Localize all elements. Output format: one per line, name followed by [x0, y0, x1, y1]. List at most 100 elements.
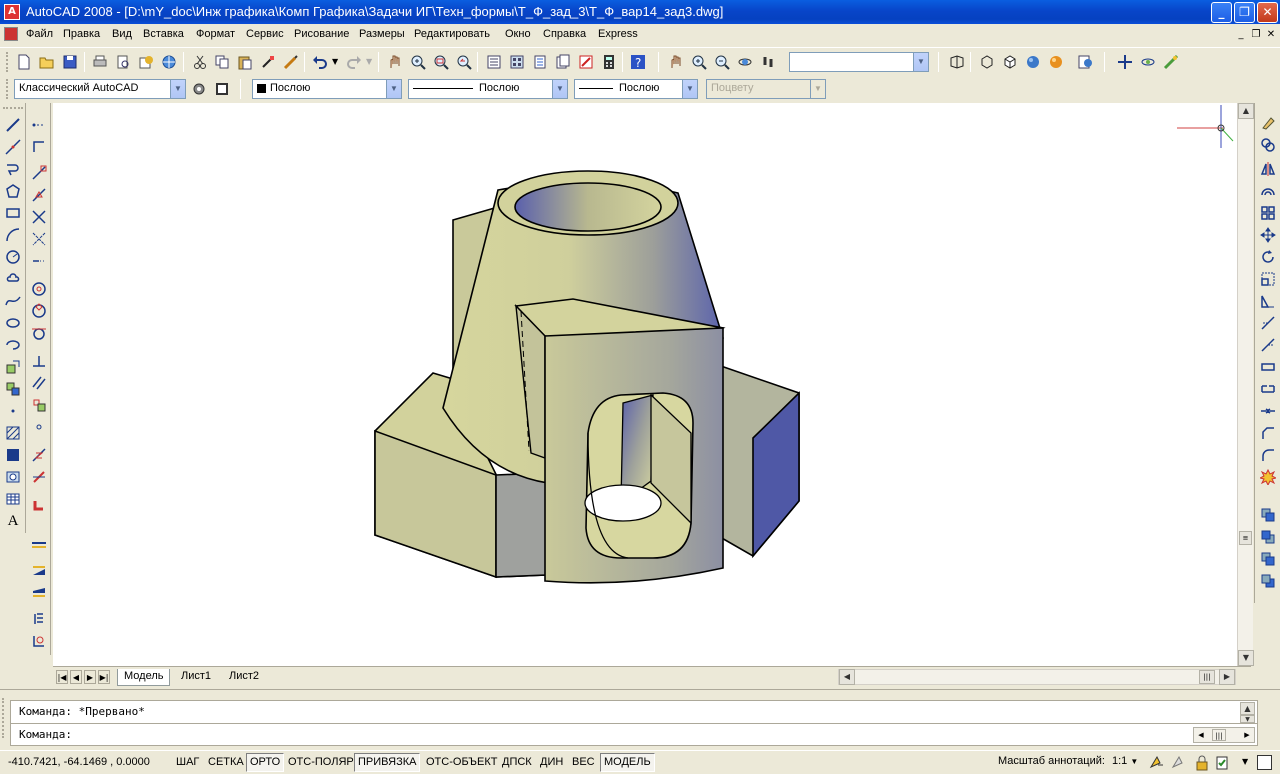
maximize-button[interactable]: ❐ — [1234, 2, 1255, 23]
minimize-button[interactable]: _ — [1211, 2, 1232, 23]
draw-order-under-icon[interactable] — [1258, 571, 1278, 591]
status-toggle-орто[interactable]: ОРТО — [246, 753, 285, 772]
properties-icon[interactable] — [484, 52, 504, 72]
menu-insert[interactable]: Вставка — [143, 28, 184, 40]
dimension-aligned-icon[interactable] — [29, 559, 49, 579]
undo-icon[interactable] — [310, 52, 330, 72]
communication-center-icon[interactable] — [1212, 753, 1232, 773]
workspace-settings-icon[interactable] — [189, 79, 209, 99]
temporary-track-icon[interactable] — [29, 115, 49, 135]
erase-icon[interactable] — [1258, 113, 1278, 133]
scroll-thumb[interactable]: ≡ — [1239, 531, 1252, 545]
coordinates-display[interactable]: -410.7421, -64.1469 , 0.0000 — [4, 753, 154, 772]
doc-minimize-button[interactable]: _ — [1234, 29, 1248, 41]
status-toggle-отс-объект[interactable]: ОТС-ОБЪЕКТ — [422, 753, 501, 772]
copy-object-icon[interactable] — [1258, 135, 1278, 155]
copy-icon[interactable] — [212, 52, 232, 72]
3d-orbit-icon[interactable] — [1138, 52, 1158, 72]
command-window-grip[interactable] — [2, 698, 7, 738]
join-icon[interactable] — [1258, 401, 1278, 421]
toolbar-grip[interactable] — [3, 107, 23, 110]
snap-quadrant-icon[interactable] — [29, 301, 49, 321]
snap-midpoint-icon[interactable] — [29, 185, 49, 205]
spline-icon[interactable] — [3, 291, 23, 311]
table-icon[interactable] — [3, 489, 23, 509]
scroll-left-arrow-icon[interactable]: ◀ — [1194, 728, 1208, 742]
clean-screen-icon[interactable] — [1257, 755, 1272, 770]
draw-order-above-icon[interactable] — [1258, 549, 1278, 569]
menu-dimension[interactable]: Размеры — [359, 28, 405, 40]
render-icon[interactable] — [1161, 52, 1181, 72]
publish-icon[interactable] — [136, 52, 156, 72]
status-toggle-модель[interactable]: МОДЕЛЬ — [600, 753, 655, 772]
markup-set-manager-icon[interactable] — [576, 52, 596, 72]
stretch-icon[interactable] — [1258, 291, 1278, 311]
chevron-down-icon[interactable]: ▼ — [386, 80, 401, 98]
chevron-down-icon[interactable]: ▼ — [552, 80, 567, 98]
walk-icon[interactable] — [758, 52, 778, 72]
snap-parallel-icon[interactable] — [29, 373, 49, 393]
gradient-icon[interactable] — [3, 445, 23, 465]
color-combo[interactable]: Послою ▼ — [252, 79, 402, 99]
my-workspace-icon[interactable] — [212, 79, 232, 99]
tab-next-icon[interactable]: ▶ — [84, 670, 96, 684]
chevron-down-icon[interactable]: ▼ — [682, 80, 697, 98]
snap-none-icon[interactable] — [29, 467, 49, 487]
break-at-point-icon[interactable] — [1258, 357, 1278, 377]
doc-restore-button[interactable]: ❐ — [1249, 29, 1263, 41]
zoom-in-icon[interactable] — [689, 52, 709, 72]
ellipse-arc-icon[interactable] — [3, 335, 23, 355]
menu-tools[interactable]: Сервис — [246, 28, 284, 40]
snap-center-icon[interactable] — [29, 279, 49, 299]
hidden-style-icon[interactable] — [1000, 52, 1020, 72]
scroll-right-arrow-icon[interactable]: ▶ — [1240, 728, 1254, 742]
offset-icon[interactable] — [1258, 181, 1278, 201]
lineweight-combo[interactable]: Послою ▼ — [574, 79, 698, 99]
plot-preview-icon[interactable] — [113, 52, 133, 72]
drawing-canvas[interactable] — [53, 103, 1237, 666]
orbit-icon[interactable] — [735, 52, 755, 72]
toolbar-grip[interactable] — [6, 52, 9, 72]
chevron-down-icon[interactable]: ▼ — [913, 53, 928, 71]
snap-insert-icon[interactable] — [29, 395, 49, 415]
break-icon[interactable] — [1258, 379, 1278, 399]
tab-last-icon[interactable]: ▶| — [98, 670, 110, 684]
auto-add-scales-icon[interactable] — [1168, 753, 1188, 773]
scroll-down-arrow-icon[interactable]: ▼ — [1238, 650, 1254, 666]
scroll-thumb[interactable]: ||| — [1212, 729, 1226, 741]
publish-web-icon[interactable] — [159, 52, 179, 72]
mirror-icon[interactable] — [1258, 159, 1278, 179]
dimension-style-icon[interactable] — [29, 583, 49, 603]
draw-order-back-icon[interactable] — [1258, 527, 1278, 547]
ellipse-icon[interactable] — [3, 313, 23, 333]
annotation-scale-value[interactable]: 1:1 ▼ — [1112, 755, 1138, 767]
region-icon[interactable] — [3, 467, 23, 487]
status-toggle-дин[interactable]: ДИН — [536, 753, 567, 772]
3d-wireframe-icon[interactable] — [977, 52, 997, 72]
lock-icon[interactable] — [1192, 753, 1212, 773]
menu-modify[interactable]: Редактировать — [414, 28, 490, 40]
chamfer-icon[interactable] — [1258, 423, 1278, 443]
status-toggle-сетка[interactable]: СЕТКА — [204, 753, 248, 772]
linetype-combo[interactable]: Послою ▼ — [408, 79, 568, 99]
plot-icon[interactable] — [90, 52, 110, 72]
revision-cloud-icon[interactable] — [3, 269, 23, 289]
open-icon[interactable] — [37, 52, 57, 72]
dimension-edit-icon[interactable] — [29, 631, 49, 651]
osnap-settings-icon[interactable] — [29, 495, 49, 515]
status-toggle-вес[interactable]: ВЕС — [568, 753, 599, 772]
autocad-app-icon[interactable]: A — [4, 4, 20, 20]
snap-tangent-icon[interactable] — [29, 323, 49, 343]
status-toggle-отс-поляр[interactable]: ОТС-ПОЛЯР — [284, 753, 358, 772]
tab-layout1[interactable]: Лист1 — [175, 669, 217, 686]
pan-icon[interactable] — [666, 52, 686, 72]
design-center-icon[interactable] — [507, 52, 527, 72]
menu-window[interactable]: Окно — [505, 28, 531, 40]
command-scrollbar[interactable]: ◀ ||| ▶ — [1193, 727, 1255, 743]
status-toggle-привязка[interactable]: ПРИВЯЗКА — [354, 753, 421, 772]
history-scroll-up-icon[interactable]: ▲ — [1240, 702, 1255, 715]
conceptual-style-icon[interactable] — [1046, 52, 1066, 72]
line-icon[interactable] — [3, 115, 23, 135]
polyline-icon[interactable] — [3, 159, 23, 179]
save-icon[interactable] — [60, 52, 80, 72]
